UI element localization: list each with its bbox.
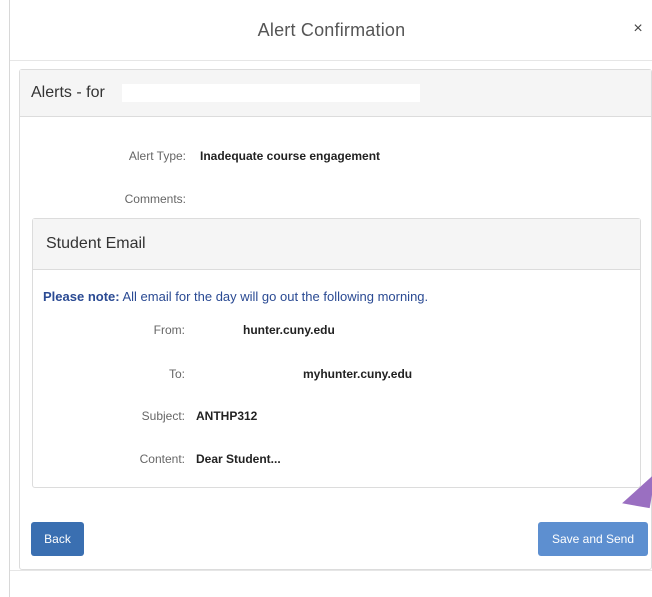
email-note-text: All email for the day will go out the fo… [119, 289, 429, 304]
back-button[interactable]: Back [31, 522, 84, 556]
to-value: myhunter.cuny.edu [303, 367, 413, 381]
student-email-header: Student Email [33, 219, 640, 270]
modal-footer-divider [10, 570, 652, 571]
alert-type-label: Alert Type: [128, 149, 186, 163]
from-label: From: [153, 323, 185, 337]
save-and-send-button[interactable]: Save and Send [538, 522, 648, 556]
close-icon[interactable]: × [630, 21, 646, 37]
subject-label: Subject: [141, 409, 185, 423]
comments-label: Comments: [124, 192, 186, 206]
content-label: Content: [139, 452, 185, 466]
pointer-arrow-icon [622, 467, 652, 509]
alerts-panel: Alerts - for Alert Type: Inadequate cour… [19, 69, 652, 570]
email-note-bold: Please note: [43, 289, 120, 304]
alert-confirmation-modal: Alert Confirmation × Alerts - for Alert … [9, 0, 652, 597]
from-value: hunter.cuny.edu [243, 323, 335, 337]
email-note: Please note: All email for the day will … [43, 289, 428, 304]
redacted-student-name [122, 84, 420, 102]
subject-value: ANTHP312 [196, 409, 258, 423]
alerts-panel-header: Alerts - for [20, 70, 651, 117]
student-email-panel: Student Email Please note: All email for… [32, 218, 641, 488]
to-label: To: [168, 367, 185, 381]
student-email-title: Student Email [46, 235, 146, 252]
content-value: Dear Student... [196, 452, 281, 466]
modal-header: Alert Confirmation × [10, 0, 652, 61]
modal-title: Alert Confirmation [257, 19, 406, 40]
alerts-panel-title: Alerts - for [31, 84, 105, 101]
alert-type-value: Inadequate course engagement [200, 149, 381, 163]
